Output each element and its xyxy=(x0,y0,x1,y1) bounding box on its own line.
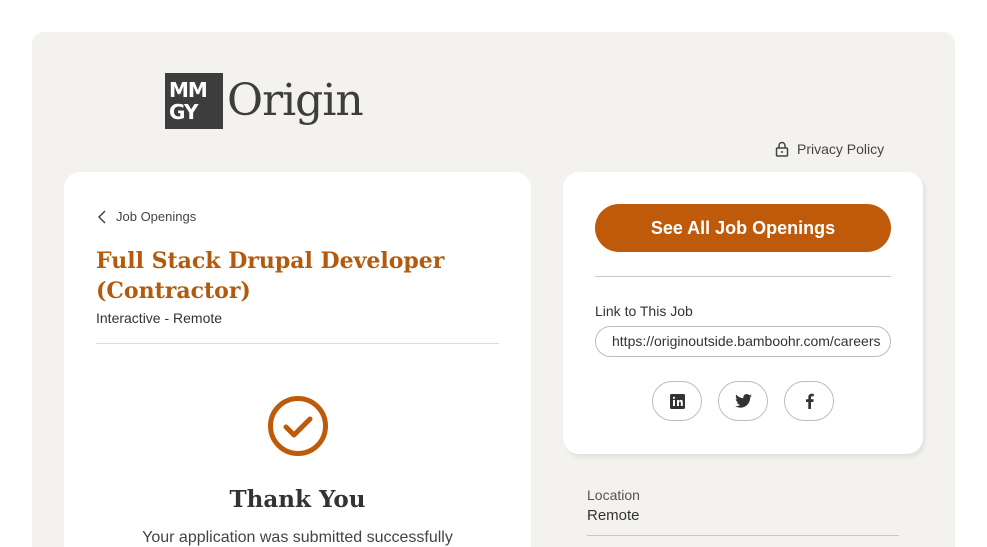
chevron-left-icon xyxy=(98,209,106,224)
share-linkedin-button[interactable] xyxy=(652,381,702,421)
location-label: Location xyxy=(587,487,640,503)
job-actions-card: See All Job Openings Link to This Job ht… xyxy=(563,172,923,454)
check-circle-icon xyxy=(268,396,328,456)
divider xyxy=(96,343,499,344)
logo-wordmark: Origin xyxy=(227,75,364,126)
twitter-icon xyxy=(734,394,752,408)
confirmation-message: Your application was submitted successfu… xyxy=(142,529,453,546)
facebook-icon xyxy=(805,393,814,409)
logo-mark-line1: MM xyxy=(169,78,208,102)
divider xyxy=(587,535,899,536)
confirmation-heading: Thank You xyxy=(229,486,366,513)
job-detail-card: Job Openings Full Stack Drupal Developer… xyxy=(64,172,531,547)
share-buttons xyxy=(652,381,834,421)
location-value: Remote xyxy=(587,507,640,524)
back-label: Job Openings xyxy=(116,209,197,224)
mmgy-logo-mark: MM GY xyxy=(165,73,223,129)
back-to-job-openings[interactable]: Job Openings xyxy=(98,209,196,224)
job-link-label: Link to This Job xyxy=(595,303,693,319)
linkedin-icon xyxy=(669,393,685,409)
logo-mark-line2: GY xyxy=(169,100,198,124)
lock-icon xyxy=(775,141,789,157)
job-title: Full Stack Drupal Developer (Contractor) xyxy=(96,248,445,304)
privacy-policy-label: Privacy Policy xyxy=(797,141,885,157)
job-link-field[interactable]: https://originoutside.bamboohr.com/caree… xyxy=(595,326,891,357)
share-facebook-button[interactable] xyxy=(784,381,834,421)
brand-logo[interactable]: MM GY Origin xyxy=(165,72,364,130)
divider xyxy=(595,276,891,277)
job-subtitle: Interactive - Remote xyxy=(96,310,223,326)
privacy-policy-link[interactable]: Privacy Policy xyxy=(775,141,884,157)
share-twitter-button[interactable] xyxy=(718,381,768,421)
see-all-job-openings-button[interactable]: See All Job Openings xyxy=(595,204,891,252)
